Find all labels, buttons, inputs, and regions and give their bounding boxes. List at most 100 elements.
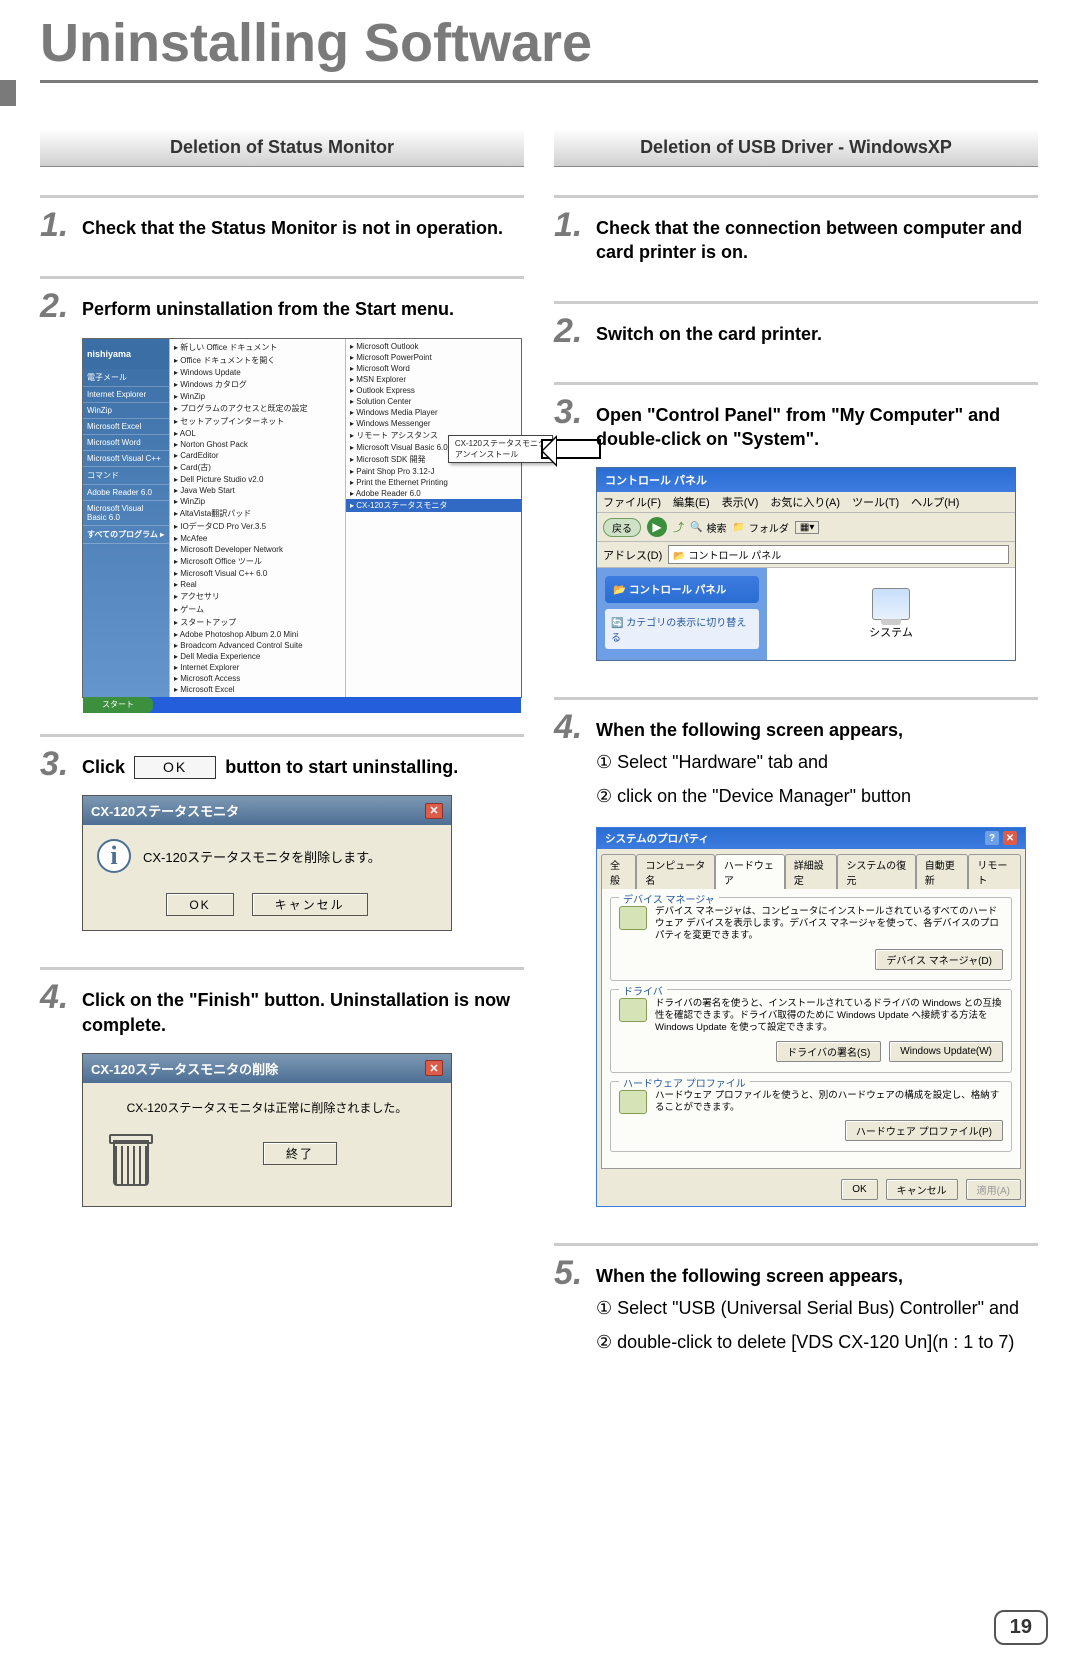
right-step-3: 3. Open "Control Panel" from "My Compute… <box>554 382 1038 688</box>
close-icon[interactable]: ✕ <box>1003 831 1017 845</box>
view-icon[interactable]: ▦▾ <box>795 521 819 534</box>
ok-button[interactable]: OK <box>166 893 233 916</box>
start-pinned-item[interactable]: Internet Explorer <box>83 387 169 403</box>
program-item[interactable]: ▸ Print the Ethernet Printing <box>346 477 521 488</box>
up-icon[interactable]: ⤴ <box>673 519 684 535</box>
ok-button[interactable]: OK <box>841 1179 877 1200</box>
group-title: ハードウェア プロファイル <box>619 1075 750 1090</box>
sidebar-link[interactable]: 🔄 カテゴリの表示に切り替える <box>605 609 759 649</box>
program-item[interactable]: ▸ Microsoft Developer Network <box>170 544 345 555</box>
program-item[interactable]: ▸ Microsoft Visual C++ 6.0 <box>170 568 345 579</box>
program-item[interactable]: ▸ Internet Explorer <box>170 662 345 673</box>
address-field[interactable]: 📂 コントロール パネル <box>668 545 1009 564</box>
program-item[interactable]: ▸ Microsoft Word <box>346 363 521 374</box>
program-item[interactable]: ▸ Windows Messenger <box>346 418 521 429</box>
program-item[interactable]: ▸ セットアップインターネット <box>170 415 345 428</box>
menu-item[interactable]: ヘルプ(H) <box>911 494 959 510</box>
program-item[interactable]: ▸ Windows Update <box>170 367 345 378</box>
step-number: 3. <box>554 393 582 432</box>
device-manager-button[interactable]: デバイス マネージャ(D) <box>875 949 1003 970</box>
menu-item[interactable]: 編集(E) <box>673 494 710 510</box>
program-item[interactable]: ▸ WinZip <box>170 391 345 402</box>
windows-update-button[interactable]: Windows Update(W) <box>889 1041 1003 1062</box>
start-pinned-item[interactable]: Microsoft Word <box>83 435 169 451</box>
program-item[interactable]: ▸ 新しい Office ドキュメント <box>170 341 345 354</box>
menu-item[interactable]: 表示(V) <box>722 494 759 510</box>
start-button[interactable]: スタート <box>83 697 153 713</box>
program-item[interactable]: ▸ MSN Explorer <box>346 374 521 385</box>
driver-signing-button[interactable]: ドライバの署名(S) <box>776 1041 881 1062</box>
hardware-profile-button[interactable]: ハードウェア プロファイル(P) <box>845 1120 1003 1141</box>
start-pinned-item[interactable]: Adobe Reader 6.0 <box>83 485 169 501</box>
program-item[interactable]: ▸ Office ドキュメントを開く <box>170 354 345 367</box>
program-item[interactable]: ▸ Microsoft Excel <box>170 684 345 695</box>
program-item[interactable]: ▸ Adobe Photoshop Album 2.0 Mini <box>170 629 345 640</box>
folder-icon[interactable]: 📁 <box>732 522 744 533</box>
program-item[interactable]: ▸ WinZip <box>170 496 345 507</box>
program-item[interactable]: ▸ Java Web Start <box>170 485 345 496</box>
program-item[interactable]: ▸ Paint Shop Pro 3.12-J <box>346 466 521 477</box>
search-icon[interactable]: 🔍 <box>690 522 702 533</box>
tab-全般[interactable]: 全般 <box>601 854 636 889</box>
step-text: Perform uninstallation from the Start me… <box>82 297 524 321</box>
dialog-title: CX-120ステータスモニタの削除 <box>91 1059 278 1078</box>
program-item[interactable]: ▸ ゲーム <box>170 603 345 616</box>
program-item[interactable]: ▸ CX-120ステータスモニタ <box>346 499 521 512</box>
help-icon[interactable]: ? <box>985 831 999 845</box>
program-item[interactable]: ▸ Microsoft Outlook <box>346 341 521 352</box>
start-pinned-item[interactable]: コマンド <box>83 467 169 485</box>
apply-button[interactable]: 適用(A) <box>966 1179 1021 1200</box>
program-item[interactable]: ▸ Real <box>170 579 345 590</box>
all-programs[interactable]: すべてのプログラム ▸ <box>83 526 169 544</box>
start-pinned-item[interactable]: WinZip <box>83 403 169 419</box>
program-item[interactable]: ▸ Dell Media Experience <box>170 651 345 662</box>
program-item[interactable]: ▸ プログラムのアクセスと既定の設定 <box>170 402 345 415</box>
tab-コンピュータ名[interactable]: コンピュータ名 <box>636 854 715 889</box>
start-pinned-item[interactable]: 電子メール <box>83 369 169 387</box>
program-item[interactable]: ▸ IOデータCD Pro Ver.3.5 <box>170 520 345 533</box>
tab-詳細設定[interactable]: 詳細設定 <box>785 854 838 889</box>
menu-item[interactable]: ツール(T) <box>852 494 899 510</box>
start-pinned-item[interactable]: Microsoft Excel <box>83 419 169 435</box>
program-item[interactable]: ▸ Windows Media Player <box>346 407 521 418</box>
program-item[interactable]: ▸ AOL <box>170 428 345 439</box>
tab-システムの復元[interactable]: システムの復元 <box>837 854 915 889</box>
program-item[interactable]: ▸ アクセサリ <box>170 590 345 603</box>
cancel-button[interactable]: キャンセル <box>886 1179 958 1200</box>
program-item[interactable]: ▸ Dell Picture Studio v2.0 <box>170 474 345 485</box>
tab-リモート[interactable]: リモート <box>968 854 1021 889</box>
program-item[interactable]: ▸ CardEditor <box>170 450 345 461</box>
screenshot-done-dialog: CX-120ステータスモニタの削除 ✕ CX-120ステータスモニタは正常に削除… <box>82 1053 524 1207</box>
step-substep: ① Select "Hardware" tab and <box>596 749 1038 777</box>
step-text: Check that the Status Monitor is not in … <box>82 216 524 240</box>
program-item[interactable]: ▸ Outlook Express <box>346 385 521 396</box>
menu-item[interactable]: ファイル(F) <box>603 494 661 510</box>
program-item[interactable]: ▸ Microsoft PowerPoint <box>346 352 521 363</box>
program-item[interactable]: ▸ McAfee <box>170 533 345 544</box>
tab-ハードウェア[interactable]: ハードウェア <box>715 854 785 889</box>
program-item[interactable]: ▸ Microsoft Office ツール <box>170 555 345 568</box>
menu-item[interactable]: お気に入り(A) <box>770 494 840 510</box>
program-item[interactable]: ▸ Microsoft Access <box>170 673 345 684</box>
program-item[interactable]: ▸ Broadcom Advanced Control Suite <box>170 640 345 651</box>
program-item[interactable]: ▸ Card(古) <box>170 461 345 474</box>
program-item[interactable]: ▸ Norton Ghost Pack <box>170 439 345 450</box>
step-substep: ① Select "USB (Universal Serial Bus) Con… <box>596 1295 1038 1323</box>
program-item[interactable]: ▸ スタートアップ <box>170 616 345 629</box>
program-item[interactable]: ▸ AltaVista翻訳パッド <box>170 507 345 520</box>
screenshot-start-menu: nishiyama 電子メールInternet ExplorerWinZipMi… <box>82 338 524 698</box>
program-item[interactable]: ▸ Solution Center <box>346 396 521 407</box>
cancel-button[interactable]: キャンセル <box>252 893 368 916</box>
close-icon[interactable]: ✕ <box>425 1060 443 1076</box>
close-icon[interactable]: ✕ <box>425 803 443 819</box>
start-pinned-item[interactable]: Microsoft Visual Basic 6.0 <box>83 501 169 526</box>
step-number: 4. <box>554 708 582 747</box>
start-pinned-item[interactable]: Microsoft Visual C++ <box>83 451 169 467</box>
back-button[interactable]: 戻る <box>603 518 641 537</box>
tab-自動更新[interactable]: 自動更新 <box>916 854 969 889</box>
forward-icon[interactable]: ▶ <box>647 517 667 537</box>
finish-button[interactable]: 終了 <box>263 1142 337 1165</box>
system-icon[interactable] <box>872 588 910 620</box>
program-item[interactable]: ▸ Windows カタログ <box>170 378 345 391</box>
program-item[interactable]: ▸ Adobe Reader 6.0 <box>346 488 521 499</box>
